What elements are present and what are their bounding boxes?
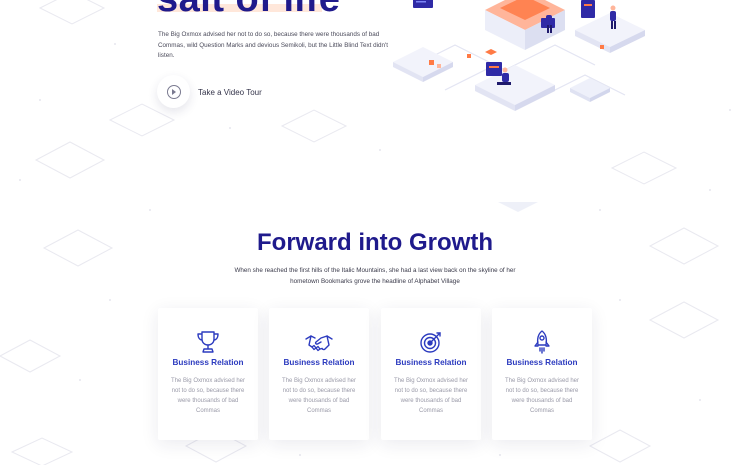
video-tour-link[interactable]: Take a Video Tour (198, 88, 262, 97)
hero-title: salt of life (157, 0, 340, 21)
feature-card[interactable]: Business Relation The Big Oxmox advised … (381, 308, 481, 440)
play-icon (166, 84, 181, 99)
feature-card[interactable]: Business Relation The Big Oxmox advised … (158, 308, 258, 440)
section-title: Forward into Growth (257, 229, 493, 256)
target-icon (420, 332, 441, 353)
section-subtitle: When she reached the first hills of the … (234, 267, 516, 285)
feature-card[interactable]: Business Relation The Big Oxmox advised … (269, 308, 369, 440)
card-text: The Big Oxmox advised her not to do so, … (393, 378, 469, 414)
rocket-icon (534, 330, 550, 354)
card-text: The Big Oxmox advised her not to do so, … (170, 378, 246, 414)
handshake-icon (305, 335, 333, 352)
decorative-wedge (498, 202, 538, 212)
card-text: The Big Oxmox advised her not to do so, … (504, 378, 580, 414)
video-play-button[interactable] (157, 75, 190, 108)
card-title: Business Relation (172, 358, 244, 367)
hero-illustration (393, 0, 645, 111)
card-text: The Big Oxmox advised her not to do so, … (281, 378, 357, 414)
card-title: Business Relation (506, 358, 578, 367)
card-title: Business Relation (283, 358, 355, 367)
feature-card[interactable]: Business Relation The Big Oxmox advised … (492, 308, 592, 440)
hero-description: The Big Oxmox advised her not to do so, … (158, 31, 388, 59)
trophy-icon (197, 331, 219, 353)
feature-cards: Business Relation The Big Oxmox advised … (158, 308, 592, 440)
card-title: Business Relation (395, 358, 467, 367)
